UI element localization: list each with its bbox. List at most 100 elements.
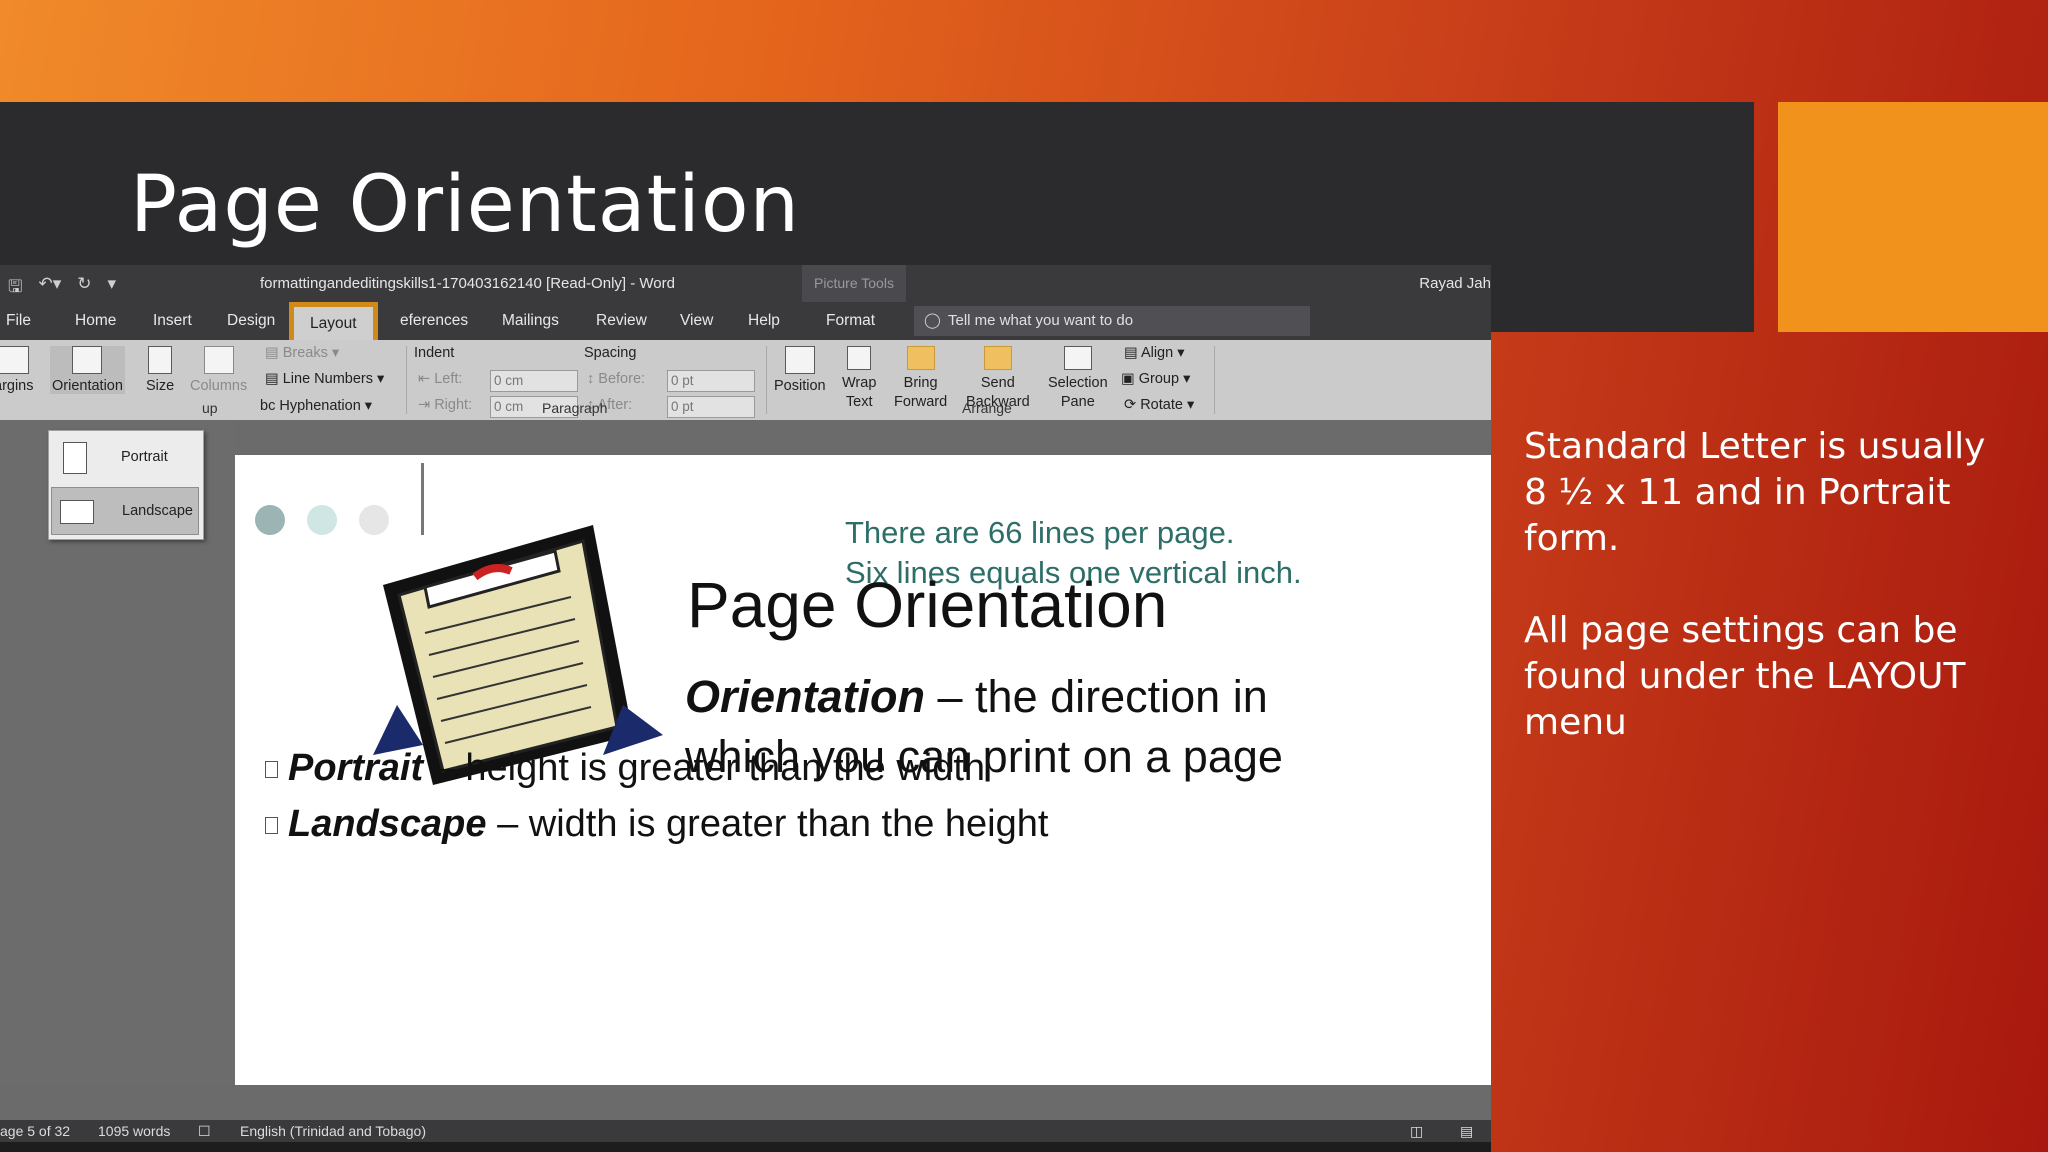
- tell-me-search[interactable]: ◯ Tell me what you want to do: [914, 306, 1310, 336]
- bottom-edge: [0, 1142, 1491, 1152]
- bring-forward-label-2: Forward: [894, 394, 948, 410]
- tab-layout[interactable]: Layout: [289, 302, 378, 345]
- indent-left-text: Left:: [434, 371, 463, 387]
- indent-left-label: ⇤ Left:: [418, 371, 463, 387]
- orientation-button[interactable]: Orientation: [50, 346, 125, 394]
- slide-side-text: Standard Letter is usually 8 ½ x 11 and …: [1524, 424, 2004, 792]
- wrap-text-label-1: Wrap: [842, 375, 877, 391]
- document-heading: Page Orientation: [687, 569, 1168, 641]
- orange-accent-square: [1778, 102, 2048, 332]
- spacing-before-label: ↕ Before:: [587, 371, 646, 387]
- bring-forward-label-1: Bring: [903, 375, 938, 391]
- group-paragraph-label: Paragraph: [542, 400, 608, 416]
- breaks-button[interactable]: ▤ Breaks ▾: [265, 345, 339, 361]
- orientation-dropdown: Portrait Landscape: [48, 430, 204, 540]
- tab-help[interactable]: Help: [748, 302, 780, 340]
- spacing-before-input[interactable]: 0 pt: [667, 370, 755, 392]
- size-icon: [148, 346, 173, 374]
- columns-button[interactable]: Columns: [190, 346, 247, 394]
- landscape-bullet: Landscape – width is greater than the he…: [265, 803, 1048, 846]
- line-numbers-label: Line Numbers: [282, 371, 373, 387]
- print-layout-icon[interactable]: ▤: [1460, 1120, 1473, 1142]
- customize-qat-icon[interactable]: ▾: [108, 274, 117, 303]
- dot: [307, 505, 337, 535]
- rotate-button[interactable]: ⟳ Rotate ▾: [1124, 397, 1194, 413]
- bullet-box-icon: [265, 761, 278, 779]
- redo-icon[interactable]: ↻: [77, 274, 91, 303]
- dot: [255, 505, 285, 535]
- position-icon: [784, 346, 815, 374]
- indent-right-label: ⇥ Right:: [418, 397, 473, 413]
- portrait-page-icon: [63, 442, 87, 474]
- wrap-text-icon: [847, 346, 872, 370]
- margins-label: argins: [0, 378, 34, 394]
- spacing-after-input[interactable]: 0 pt: [667, 396, 755, 418]
- orientation-landscape-item[interactable]: Landscape: [51, 487, 199, 535]
- landscape-term: Landscape: [288, 803, 487, 845]
- undo-icon[interactable]: ↶▾: [38, 274, 61, 303]
- ribbon-layout: argins Orientation Size Columns ▤ Breaks…: [0, 340, 1491, 420]
- orientation-label: Orientation: [52, 378, 123, 394]
- language-status[interactable]: English (Trinidad and Tobago): [240, 1120, 426, 1142]
- tab-references[interactable]: eferences: [400, 302, 468, 340]
- group-page-setup-label: up: [202, 400, 218, 416]
- hyphenation-label: Hyphenation: [279, 398, 361, 414]
- side-text-layout: All page settings can be found under the…: [1524, 610, 1966, 743]
- tell-me-text: Tell me what you want to do: [948, 312, 1134, 329]
- save-icon[interactable]: 🖫: [8, 274, 22, 303]
- proofing-icon[interactable]: ☐: [198, 1120, 211, 1142]
- slide-title: Page Orientation: [130, 160, 800, 250]
- status-bar: age 5 of 32 1095 words ☐ English (Trinid…: [0, 1120, 1491, 1142]
- group-button[interactable]: ▣ Group ▾: [1121, 371, 1190, 387]
- document-title: formattingandeditingskills1-170403162140…: [260, 275, 675, 292]
- word-titlebar: 🖫 ↶▾ ↻ ▾ formattingandeditingskills1-170…: [0, 265, 1491, 302]
- indent-left-input[interactable]: 0 cm: [490, 370, 578, 392]
- margins-button[interactable]: argins: [0, 346, 34, 394]
- quick-access-toolbar: 🖫 ↶▾ ↻ ▾: [8, 274, 116, 303]
- align-button[interactable]: ▤ Align ▾: [1124, 345, 1185, 361]
- document-page[interactable]: There are 66 lines per page. Six lines e…: [235, 455, 1491, 1085]
- tab-insert[interactable]: Insert: [153, 302, 192, 340]
- landscape-label: Landscape: [122, 503, 193, 519]
- tab-mailings[interactable]: Mailings: [502, 302, 559, 340]
- ribbon-tabs: File Home Insert Design Layout eferences…: [0, 302, 1491, 345]
- bullet-box-icon: [265, 817, 278, 835]
- tab-format[interactable]: Format: [826, 302, 875, 340]
- line-numbers-button[interactable]: ▤ Line Numbers ▾: [265, 371, 384, 387]
- separator: [1214, 346, 1215, 414]
- portrait-bullet: Portrait – height is greater than the wi…: [265, 747, 985, 790]
- align-label: Align: [1140, 345, 1174, 361]
- indent-right-text: Right:: [434, 397, 473, 413]
- wrap-text-button[interactable]: Wrap Text: [842, 346, 876, 412]
- lightbulb-icon: ◯: [924, 312, 941, 329]
- orientation-term: Orientation: [685, 671, 926, 722]
- tab-home[interactable]: Home: [75, 302, 116, 340]
- selection-pane-button[interactable]: Selection Pane: [1048, 346, 1108, 412]
- position-button[interactable]: Position: [774, 346, 826, 394]
- tab-review[interactable]: Review: [596, 302, 647, 340]
- portrait-term: Portrait: [288, 747, 424, 789]
- hyphenation-button[interactable]: bc Hyphenation ▾: [260, 398, 372, 414]
- selection-pane-label-2: Pane: [1060, 394, 1095, 410]
- tab-design[interactable]: Design: [227, 302, 275, 340]
- green-line-1: There are 66 lines per page.: [845, 515, 1235, 550]
- size-label: Size: [146, 378, 175, 394]
- page-count[interactable]: age 5 of 32: [0, 1120, 70, 1142]
- tab-file[interactable]: File: [6, 302, 31, 340]
- user-name[interactable]: Rayad Jah: [1419, 275, 1491, 292]
- orientation-portrait-item[interactable]: Portrait: [51, 434, 199, 482]
- separator: [766, 346, 767, 414]
- size-button[interactable]: Size: [146, 346, 174, 394]
- indent-label: Indent: [414, 345, 455, 361]
- bring-forward-button[interactable]: Bring Forward: [894, 346, 947, 412]
- bring-forward-icon: [906, 346, 935, 370]
- spacing-label: Spacing: [584, 345, 637, 361]
- read-mode-icon[interactable]: ◫: [1410, 1120, 1423, 1142]
- send-backward-icon: [983, 346, 1012, 370]
- word-count[interactable]: 1095 words: [98, 1120, 170, 1142]
- selection-pane-icon: [1063, 346, 1092, 370]
- portrait-def: – height is greater than the width: [423, 747, 986, 789]
- tab-view[interactable]: View: [680, 302, 713, 340]
- margins-icon: [0, 346, 29, 374]
- columns-icon: [203, 346, 234, 374]
